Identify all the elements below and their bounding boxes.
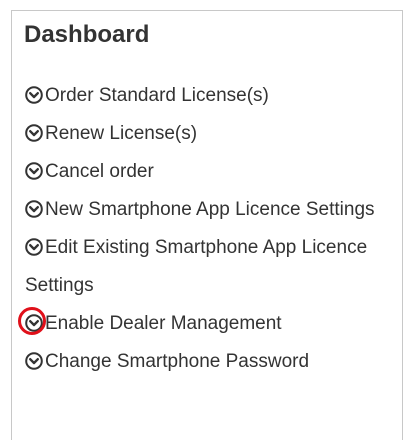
menu-item-cancel-order[interactable]: Cancel order (25, 153, 393, 191)
chevron-circle-down-icon (25, 352, 43, 370)
dashboard-menu: Order Standard License(s) Renew License(… (18, 77, 393, 381)
menu-item-edit-existing-smartphone-app-licence-settings[interactable]: Edit Existing Smartphone App Licence Set… (25, 229, 393, 305)
chevron-circle-down-icon (25, 162, 43, 180)
chevron-circle-down-icon (25, 238, 43, 256)
menu-item-label: Change Smartphone Password (45, 351, 310, 372)
dashboard-panel: Dashboard Order Standard License(s) Rene… (11, 10, 403, 440)
chevron-circle-down-icon (18, 307, 46, 335)
menu-item-label: New Smartphone App Licence Settings (45, 199, 375, 220)
chevron-circle-down-icon (25, 86, 43, 104)
menu-item-label: Order Standard License(s) (45, 85, 269, 106)
menu-item-change-smartphone-password[interactable]: Change Smartphone Password (25, 343, 393, 381)
menu-item-enable-dealer-management[interactable]: Enable Dealer Management (18, 305, 393, 343)
menu-item-new-smartphone-app-licence-settings[interactable]: New Smartphone App Licence Settings (25, 191, 393, 229)
menu-item-label: Cancel order (45, 161, 154, 182)
dashboard-title: Dashboard (24, 21, 150, 48)
menu-item-label: Edit Existing Smartphone App Licence Set… (25, 237, 368, 296)
menu-item-label: Enable Dealer Management (45, 313, 282, 334)
menu-item-label: Renew License(s) (45, 123, 198, 144)
menu-item-order-standard-license[interactable]: Order Standard License(s) (25, 77, 393, 115)
chevron-circle-down-icon (25, 200, 43, 218)
chevron-circle-down-icon (25, 124, 43, 142)
menu-item-renew-license[interactable]: Renew License(s) (25, 115, 393, 153)
